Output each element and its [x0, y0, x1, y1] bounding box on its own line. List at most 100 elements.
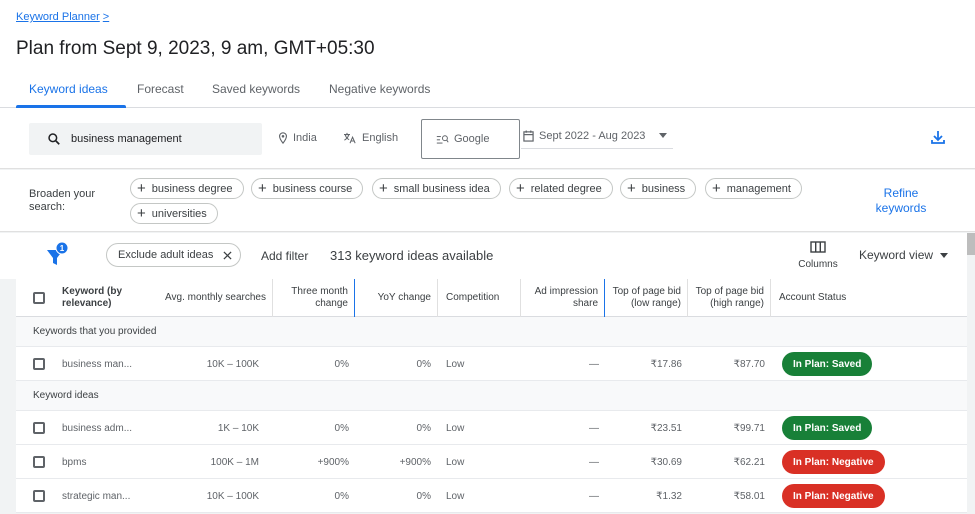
filter-button[interactable]: 1: [46, 241, 70, 273]
tab-keyword-ideas[interactable]: Keyword ideas: [29, 82, 108, 96]
select-all-checkbox[interactable]: [33, 279, 45, 317]
plus-icon: +: [137, 205, 146, 222]
three-month-cell: 0%: [334, 422, 349, 434]
bid-high-cell: ₹62.21: [733, 456, 765, 468]
yoy-cell: +900%: [399, 456, 431, 468]
translate-icon: [344, 132, 356, 144]
date-range-label: Sept 2022 - Aug 2023: [539, 129, 646, 142]
row-checkbox[interactable]: [33, 490, 45, 502]
row-checkbox[interactable]: [33, 456, 45, 468]
yoy-cell: 0%: [416, 422, 431, 434]
filter-count-badge: 1: [60, 244, 65, 253]
bid-high-cell: ₹99.71: [733, 422, 765, 434]
columns-label: Columns: [798, 259, 838, 270]
ad-share-cell: —: [589, 490, 599, 502]
network-selector[interactable]: Google: [421, 119, 520, 159]
col-bid-high[interactable]: Top of page bid (high range): [688, 279, 771, 317]
avg-searches-cell: 100K – 1M: [210, 456, 259, 468]
status-badge[interactable]: In Plan: Saved: [782, 416, 873, 440]
three-month-cell: 0%: [334, 358, 349, 370]
tab-saved-keywords[interactable]: Saved keywords: [212, 82, 300, 96]
scrollbar-thumb[interactable]: [967, 233, 975, 255]
keyword-cell: bpms: [62, 456, 87, 468]
col-avg-monthly-searches[interactable]: Avg. monthly searches: [156, 279, 273, 317]
row-checkbox[interactable]: [33, 422, 45, 434]
chip-label: Exclude adult ideas: [118, 249, 214, 261]
table-row[interactable]: bpms 100K – 1M +900% +900% Low — ₹30.69 …: [16, 445, 967, 479]
broaden-search-panel: Broaden your search: + business degree + b…: [0, 170, 975, 232]
status-badge[interactable]: In Plan: Negative: [782, 450, 885, 474]
col-three-month-change[interactable]: Three month change: [273, 279, 355, 317]
keyword-cell: business man...: [62, 358, 133, 370]
exclude-adult-chip[interactable]: Exclude adult ideas: [106, 243, 242, 267]
ad-share-cell: —: [589, 358, 599, 370]
table-header: Keyword (by relevance) Avg. monthly sear…: [16, 279, 967, 317]
broaden-chip[interactable]: + management: [705, 178, 802, 199]
broaden-chip[interactable]: + business degree: [130, 178, 244, 199]
group-header-provided: Keywords that you provided: [16, 317, 967, 347]
location-pin-icon: [279, 132, 287, 144]
three-month-cell: +900%: [317, 456, 349, 468]
location-selector[interactable]: India: [278, 132, 317, 144]
col-ad-impression-share[interactable]: Ad impression share: [521, 279, 605, 317]
row-checkbox[interactable]: [33, 358, 45, 370]
chip-label: business course: [272, 182, 353, 195]
columns-button[interactable]: Columns: [796, 241, 840, 270]
status-badge[interactable]: In Plan: Negative: [782, 484, 885, 508]
calendar-icon: [523, 130, 534, 142]
table-row[interactable]: strategic man... 10K – 100K 0% 0% Low — …: [16, 479, 967, 513]
bid-high-cell: ₹87.70: [733, 358, 765, 370]
bid-high-cell: ₹58.01: [733, 490, 765, 502]
ideas-count: 313 keyword ideas available: [330, 248, 494, 263]
status-badge[interactable]: In Plan: Saved: [782, 352, 873, 376]
plus-icon: +: [137, 180, 146, 197]
three-month-cell: 0%: [334, 490, 349, 502]
broaden-chip[interactable]: + business: [620, 178, 697, 199]
chip-label: small business idea: [393, 182, 490, 195]
active-tab-indicator: [16, 105, 126, 108]
language-label: English: [362, 132, 399, 144]
location-label: India: [293, 132, 317, 144]
plus-icon: +: [712, 180, 721, 197]
columns-icon: [810, 241, 826, 253]
broaden-chip[interactable]: + universities: [130, 203, 218, 224]
table-row[interactable]: business adm... 1K – 10K 0% 0% Low — ₹23…: [16, 411, 967, 445]
checkbox[interactable]: [33, 292, 45, 304]
broaden-label: Broaden your search:: [29, 188, 96, 213]
keyword-view-label: Keyword view: [859, 248, 934, 262]
search-value: business management: [71, 133, 182, 145]
broaden-chip[interactable]: + small business idea: [372, 178, 501, 199]
close-icon[interactable]: [223, 250, 232, 260]
keyword-cell: business adm...: [62, 422, 133, 434]
dropdown-caret-icon: [659, 133, 667, 138]
vertical-scrollbar[interactable]: [967, 233, 975, 514]
broaden-chip[interactable]: + business course: [251, 178, 364, 199]
search-input[interactable]: business management: [29, 123, 262, 155]
col-keyword[interactable]: Keyword (by relevance): [62, 279, 152, 317]
col-bid-low[interactable]: Top of page bid (low range): [605, 279, 688, 317]
filter-bar: business management India English Google…: [0, 109, 975, 169]
broaden-chip[interactable]: + related degree: [509, 178, 613, 199]
competition-cell: Low: [446, 490, 465, 502]
col-yoy-change[interactable]: YoY change: [355, 279, 438, 317]
competition-cell: Low: [446, 358, 465, 370]
keyword-view-selector[interactable]: Keyword view: [859, 248, 949, 262]
avg-searches-cell: 1K – 10K: [217, 422, 259, 434]
breadcrumb-link[interactable]: Keyword Planner: [16, 11, 100, 23]
download-button[interactable]: [930, 129, 946, 150]
date-range-selector[interactable]: Sept 2022 - Aug 2023: [521, 123, 673, 149]
tab-negative-keywords[interactable]: Negative keywords: [329, 82, 430, 96]
breadcrumb[interactable]: Keyword Planner >: [16, 11, 109, 23]
table-row[interactable]: business man... 10K – 100K 0% 0% Low — ₹…: [16, 347, 967, 381]
download-icon: [931, 131, 945, 144]
plus-icon: +: [258, 180, 267, 197]
add-filter-button[interactable]: Add filter: [261, 249, 308, 263]
language-selector[interactable]: English: [343, 132, 398, 144]
col-account-status[interactable]: Account Status: [779, 279, 899, 317]
refine-keywords-button[interactable]: Refine keywords: [860, 186, 942, 216]
col-competition[interactable]: Competition: [438, 279, 521, 317]
avg-searches-cell: 10K – 100K: [206, 358, 259, 370]
tab-forecast[interactable]: Forecast: [137, 82, 184, 96]
yoy-cell: 0%: [416, 358, 431, 370]
plus-icon: +: [379, 180, 388, 197]
